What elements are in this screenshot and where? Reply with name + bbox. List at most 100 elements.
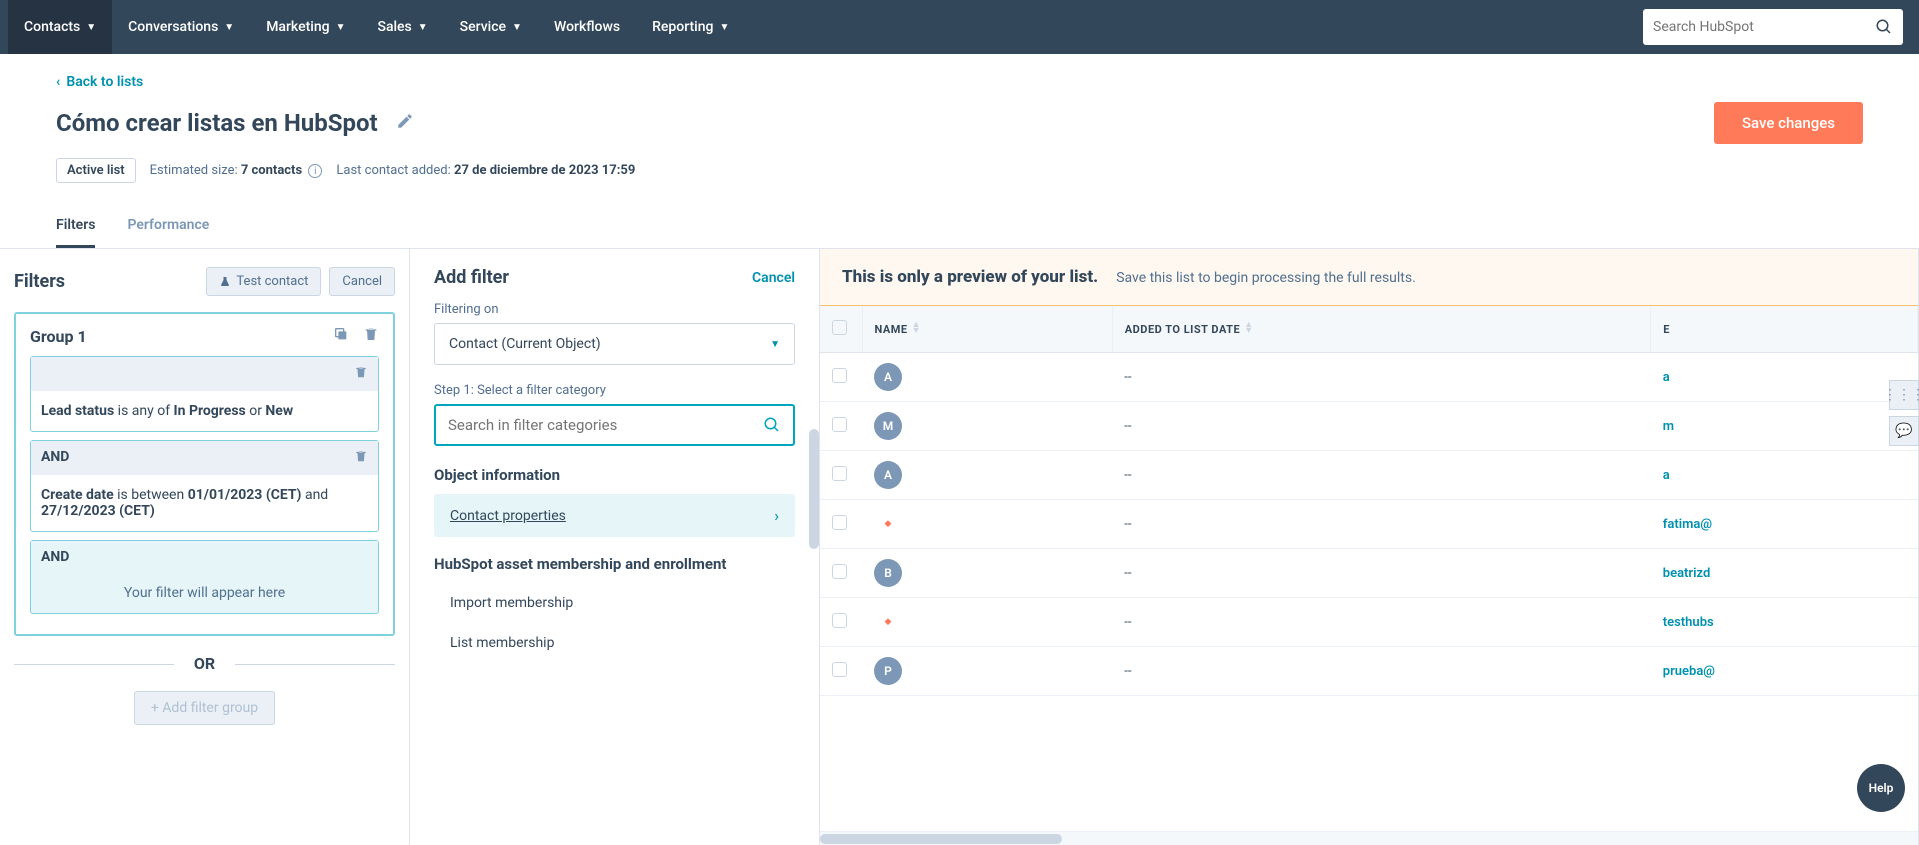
table-row[interactable]: P --prueba@ <box>820 647 1918 696</box>
avatar: M <box>874 412 902 440</box>
col-added-date[interactable]: ADDED TO LIST DATE▲▼ <box>1112 306 1651 353</box>
preview-table: NAME▲▼ ADDED TO LIST DATE▲▼ E A--aM--mA-… <box>820 306 1918 696</box>
nav-conversations[interactable]: Conversations▼ <box>112 0 250 54</box>
col-name[interactable]: NAME▲▼ <box>862 306 1112 353</box>
category-list-membership[interactable]: List membership <box>434 623 795 663</box>
estimated-size: Estimated size: 7 contacts i <box>150 163 323 179</box>
apps-icon[interactable]: ⋮⋮⋮ <box>1889 380 1919 410</box>
cancel-filters-button[interactable]: Cancel <box>329 267 395 296</box>
or-separator: OR <box>14 654 395 673</box>
select-all-checkbox[interactable] <box>832 320 847 335</box>
cancel-add-filter[interactable]: Cancel <box>752 270 795 286</box>
preview-table-container: NAME▲▼ ADDED TO LIST DATE▲▼ E A--aM--mA-… <box>820 306 1918 831</box>
cell-email[interactable]: m <box>1651 402 1918 451</box>
cell-added-date: -- <box>1112 598 1651 647</box>
filter-condition-text: Lead status is any of In Progress or New <box>31 391 378 431</box>
filtering-on-label: Filtering on <box>434 302 795 317</box>
object-select[interactable]: Contact (Current Object) ▼ <box>434 323 795 365</box>
filter-condition-text: Create date is between 01/01/2023 (CET) … <box>31 475 378 531</box>
nav-service[interactable]: Service▼ <box>444 0 538 54</box>
row-checkbox[interactable] <box>832 662 847 677</box>
row-checkbox[interactable] <box>832 368 847 383</box>
avatar: A <box>874 363 902 391</box>
delete-filter-icon[interactable] <box>354 449 368 467</box>
preview-banner-subtitle: Save this list to begin processing the f… <box>1116 270 1416 286</box>
cell-email[interactable]: beatrizd <box>1651 549 1918 598</box>
horizontal-scrollbar[interactable] <box>820 831 1918 845</box>
row-checkbox[interactable] <box>832 515 847 530</box>
table-row[interactable]: ◆ --fatima@ <box>820 500 1918 549</box>
cell-name: ◆ <box>862 598 1112 647</box>
back-link[interactable]: ‹ Back to lists <box>56 74 143 90</box>
delete-filter-icon[interactable] <box>354 365 368 383</box>
table-row[interactable]: B --beatrizd <box>820 549 1918 598</box>
nav-reporting[interactable]: Reporting▼ <box>636 0 745 54</box>
table-row[interactable]: M--m <box>820 402 1918 451</box>
nav-workflows[interactable]: Workflows <box>538 0 636 54</box>
cell-added-date: -- <box>1112 500 1651 549</box>
category-section-object-info: Object information Contact properties › <box>434 466 795 537</box>
cell-email[interactable]: prueba@ <box>1651 647 1918 696</box>
cell-email[interactable]: a <box>1651 451 1918 500</box>
avatar: B <box>874 559 902 587</box>
row-checkbox[interactable] <box>832 564 847 579</box>
cell-email[interactable]: testhubs <box>1651 598 1918 647</box>
avatar: A <box>874 461 902 489</box>
category-import-membership[interactable]: Import membership <box>434 583 795 623</box>
filters-panel: Filters Test contact Cancel Group 1 <box>0 249 410 845</box>
nav-marketing[interactable]: Marketing▼ <box>250 0 361 54</box>
cell-added-date: -- <box>1112 647 1651 696</box>
save-button[interactable]: Save changes <box>1714 102 1863 144</box>
and-label: AND <box>41 549 69 565</box>
cell-email[interactable]: a <box>1651 353 1918 402</box>
chevron-down-icon: ▼ <box>770 339 780 350</box>
col-email[interactable]: E <box>1651 306 1918 353</box>
cell-name: B <box>862 549 1112 598</box>
object-select-value: Contact (Current Object) <box>449 336 601 352</box>
clone-icon[interactable] <box>333 326 349 346</box>
category-contact-properties[interactable]: Contact properties › <box>434 494 795 537</box>
chevron-down-icon: ▼ <box>418 22 428 33</box>
info-icon[interactable]: i <box>308 164 322 178</box>
sort-icon: ▲▼ <box>912 322 921 334</box>
table-row[interactable]: ◆ --testhubs <box>820 598 1918 647</box>
cell-added-date: -- <box>1112 549 1651 598</box>
global-search[interactable] <box>1643 9 1903 45</box>
step-label: Step 1: Select a filter category <box>434 383 795 398</box>
filter-create-date[interactable]: AND Create date is between 01/01/2023 (C… <box>30 440 379 532</box>
row-checkbox[interactable] <box>832 613 847 628</box>
hubspot-logo-icon: ◆ <box>874 510 902 538</box>
filter-lead-status[interactable]: Lead status is any of In Progress or New <box>30 356 379 432</box>
tab-performance[interactable]: Performance <box>127 205 209 248</box>
add-filter-group-button[interactable]: + Add filter group <box>134 691 275 725</box>
row-checkbox[interactable] <box>832 417 847 432</box>
table-row[interactable]: A--a <box>820 451 1918 500</box>
filter-category-search-input[interactable] <box>448 416 763 434</box>
filter-group-1: Group 1 Lead status is any of In Progres… <box>14 312 395 636</box>
tab-filters[interactable]: Filters <box>56 205 95 248</box>
nav-sales[interactable]: Sales▼ <box>361 0 443 54</box>
section-title: HubSpot asset membership and enrollment <box>434 555 795 573</box>
help-button[interactable]: Help <box>1857 764 1905 812</box>
delete-group-icon[interactable] <box>363 326 379 346</box>
group-title: Group 1 <box>30 327 87 346</box>
test-contact-button[interactable]: Test contact <box>206 267 321 296</box>
row-checkbox[interactable] <box>832 466 847 481</box>
avatar: P <box>874 657 902 685</box>
chevron-down-icon: ▼ <box>336 22 346 33</box>
filter-category-search[interactable] <box>434 404 795 446</box>
edit-icon[interactable] <box>396 112 414 134</box>
global-search-input[interactable] <box>1653 19 1875 35</box>
hubspot-logo-icon: ◆ <box>874 608 902 636</box>
chat-icon[interactable]: 💬 <box>1889 416 1919 446</box>
cell-name: ◆ <box>862 500 1112 549</box>
tabs: Filters Performance <box>0 205 1919 249</box>
nav-contacts[interactable]: Contacts▼ <box>8 0 112 54</box>
scrollbar[interactable] <box>809 429 819 549</box>
filters-title: Filters <box>14 271 65 292</box>
search-icon <box>763 416 781 434</box>
cell-email[interactable]: fatima@ <box>1651 500 1918 549</box>
table-row[interactable]: A--a <box>820 353 1918 402</box>
nav-items: Contacts▼ Conversations▼ Marketing▼ Sale… <box>8 0 745 54</box>
chevron-down-icon: ▼ <box>224 22 234 33</box>
